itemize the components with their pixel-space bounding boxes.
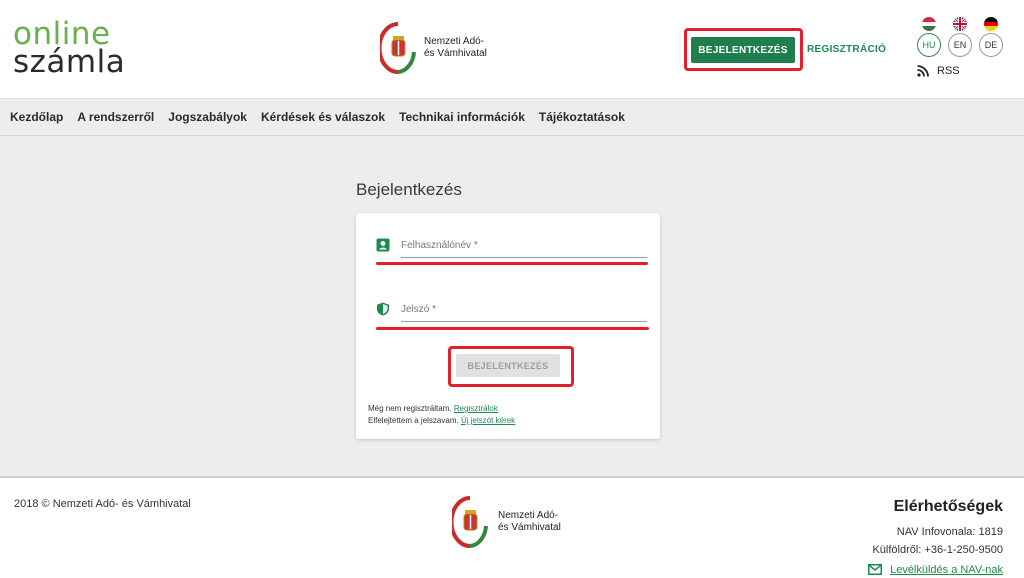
lang-en-code: EN xyxy=(948,33,972,57)
mail-link[interactable]: Levélküldés a NAV-nak xyxy=(868,564,1003,576)
main-navigation: Kezdőlap A rendszerről Jogszabályok Kérd… xyxy=(0,98,1024,136)
hungary-flag-icon xyxy=(922,17,936,31)
nav-item-kezdolap[interactable]: Kezdőlap xyxy=(10,110,63,124)
forgot-password-note: Elfelejtettem a jelszavam. Új jelszót ké… xyxy=(368,416,515,425)
germany-flag-icon xyxy=(984,17,998,31)
new-password-link[interactable]: Új jelszót kérek xyxy=(461,416,515,425)
copyright-text: 2018 © Nemzeti Adó- és Vámhivatal xyxy=(14,498,191,510)
footer-nav-logo: Nemzeti Adó- és Vámhivatal xyxy=(452,496,561,548)
header-login-button[interactable]: BEJELENTKEZÉS xyxy=(691,37,795,63)
nav-item-a-rendszerrol[interactable]: A rendszerről xyxy=(77,110,154,124)
not-registered-note: Még nem regisztráltam. Regisztrálok xyxy=(368,404,498,413)
login-card: Felhasználónév * Jelszó * BEJELENTKEZÉS … xyxy=(356,213,660,439)
nav-item-jogszabalyok[interactable]: Jogszabályok xyxy=(168,110,247,124)
password-highlight-stroke xyxy=(376,327,649,330)
nav-item-kerdesek[interactable]: Kérdések és válaszok xyxy=(261,110,385,124)
lang-en[interactable]: EN xyxy=(948,17,972,57)
nav-crest-icon xyxy=(380,22,416,74)
shield-icon xyxy=(377,302,389,316)
footer-crest-icon xyxy=(452,496,488,548)
nav-item-technikai[interactable]: Technikai információk xyxy=(399,110,525,124)
lang-de[interactable]: DE xyxy=(979,17,1003,57)
password-underline xyxy=(401,321,647,322)
forgot-text: Elfelejtettem a jelszavam. xyxy=(368,416,459,425)
register-link[interactable]: Regisztrálok xyxy=(454,404,498,413)
lang-hu-code: HU xyxy=(917,33,941,57)
rss-link[interactable]: RSS xyxy=(917,65,960,77)
online-szamla-logo[interactable]: online számla xyxy=(13,19,126,80)
username-placeholder: Felhasználónév * xyxy=(401,240,478,251)
nav-item-tajekoztatasok[interactable]: Tájékoztatások xyxy=(539,110,625,124)
contacts: Elérhetőségek NAV Infovonala: 1819 Külfö… xyxy=(868,498,1003,578)
username-underline xyxy=(401,257,647,258)
footer-nav-name: Nemzeti Adó- és Vámhivatal xyxy=(498,510,561,533)
rss-icon xyxy=(917,65,929,77)
infovonal-text: NAV Infovonala: 1819 xyxy=(896,526,1003,538)
logo-line2: számla xyxy=(13,44,126,80)
header: online számla Nemzeti Adó- és Vámhivatal… xyxy=(0,0,1024,98)
mail-icon xyxy=(868,564,883,575)
lang-de-code: DE xyxy=(979,33,1003,57)
mail-link-label: Levélküldés a NAV-nak xyxy=(890,563,1003,576)
username-highlight-stroke xyxy=(376,262,648,265)
submit-login-button[interactable]: BEJELENTKEZÉS xyxy=(456,354,560,377)
footer: 2018 © Nemzeti Adó- és Vámhivatal Nemzet… xyxy=(0,476,1024,578)
not-registered-text: Még nem regisztráltam. xyxy=(368,404,452,413)
nav-logo[interactable]: Nemzeti Adó- és Vámhivatal xyxy=(380,22,487,74)
uk-flag-icon xyxy=(953,17,967,31)
nav-name-text: Nemzeti Adó- és Vámhivatal xyxy=(424,36,487,59)
contacts-title: Elérhetőségek xyxy=(893,498,1003,515)
kulfold-text: Külföldről: +36-1-250-9500 xyxy=(872,544,1003,556)
rss-label: RSS xyxy=(937,65,960,77)
lang-hu[interactable]: HU xyxy=(917,17,941,57)
page-title: Bejelentkezés xyxy=(356,180,462,199)
user-icon xyxy=(376,238,390,252)
header-register-link[interactable]: REGISZTRÁCIÓ xyxy=(807,44,886,55)
password-placeholder: Jelszó * xyxy=(401,304,437,315)
